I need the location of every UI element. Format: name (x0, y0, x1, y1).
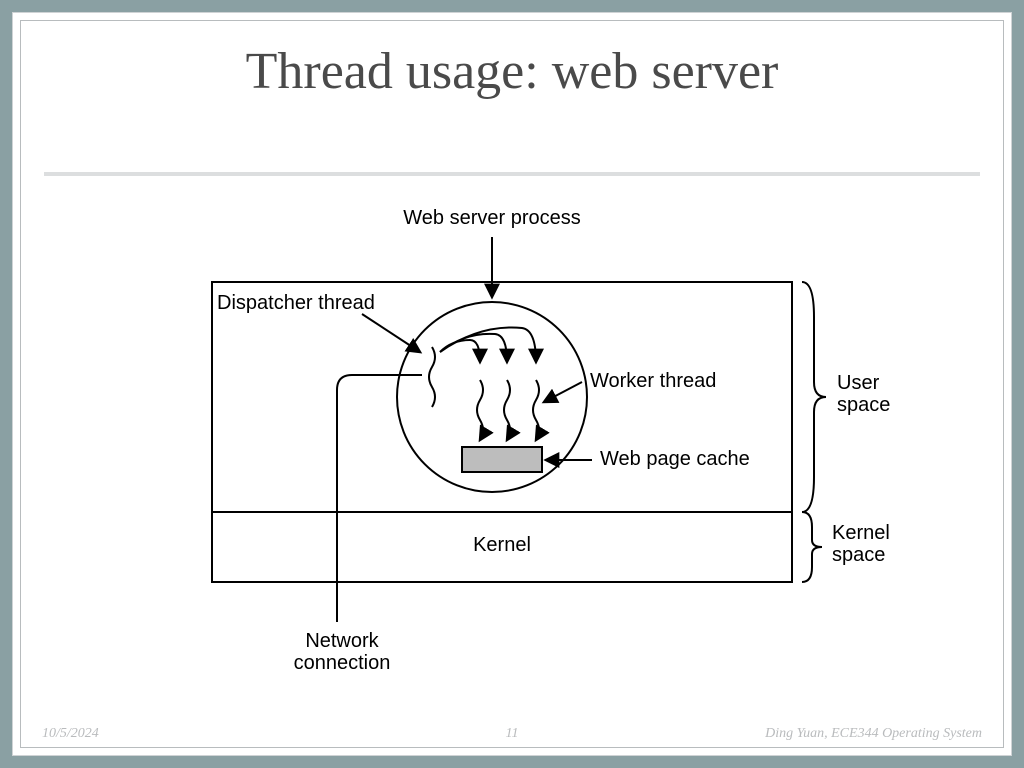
footer-author: Ding Yuan, ECE344 Operating System (765, 726, 982, 742)
label-web-page-cache: Web page cache (600, 448, 750, 470)
slide-title: Thread usage: web server (44, 42, 980, 101)
slide: Thread usage: web server (12, 12, 1012, 756)
diagram: Web server process Dispatcher thread Wor… (162, 202, 912, 702)
label-kernel: Kernel (212, 534, 792, 556)
footer: 10/5/2024 11 Ding Yuan, ECE344 Operating… (32, 726, 992, 746)
label-user-space: User space (837, 372, 890, 416)
label-kernel-space: Kernel space (832, 522, 890, 566)
label-network-connection: Network connection (257, 630, 427, 674)
label-worker-thread: Worker thread (590, 370, 716, 392)
label-web-server-process: Web server process (392, 207, 592, 229)
title-container: Thread usage: web server (44, 42, 980, 163)
label-dispatcher-thread: Dispatcher thread (217, 292, 387, 314)
title-divider (44, 172, 980, 176)
